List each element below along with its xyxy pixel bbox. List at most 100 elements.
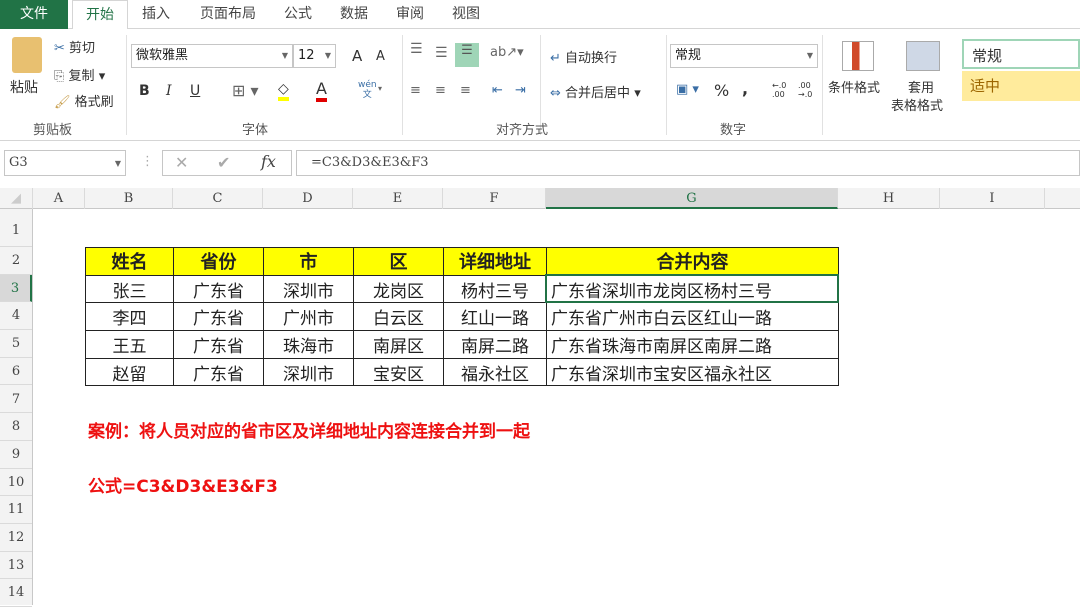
row-header[interactable]: 12 (0, 524, 32, 552)
table-cell[interactable]: 广东省深圳市宝安区福永社区 (546, 357, 839, 387)
table-cell[interactable]: 珠海市 (263, 330, 354, 359)
table-cell[interactable]: 深圳市 (263, 357, 354, 387)
number-format-select[interactable]: 常规 ▼ (670, 44, 818, 68)
paste-button[interactable]: 粘贴 (10, 77, 38, 97)
decrease-decimal-button[interactable]: .00 →.0 (798, 81, 818, 99)
conditional-format-button[interactable]: 条件格式 (828, 77, 880, 96)
increase-decimal-button[interactable]: ←.0 .00 (772, 81, 792, 99)
tab-file[interactable]: 文件 (0, 0, 68, 29)
table-cell[interactable]: 王五 (85, 330, 174, 359)
table-cell[interactable]: 广东省 (173, 357, 264, 387)
align-top-icon[interactable]: ☰ (410, 41, 423, 57)
selected-cell-g3[interactable] (545, 274, 839, 303)
column-header-e[interactable]: E (353, 188, 443, 209)
header-cell[interactable]: 详细地址 (443, 247, 547, 276)
tab-page-layout[interactable]: 页面布局 (190, 0, 266, 29)
formula-input[interactable]: =C3&D3&E3&F3 (296, 150, 1080, 176)
table-cell[interactable]: 福永社区 (443, 357, 547, 387)
row-header[interactable]: 11 (0, 496, 32, 524)
accounting-format-icon[interactable]: ▣ ▾ (676, 82, 699, 97)
borders-icon[interactable]: ⊞ ▾ (232, 81, 259, 100)
merge-center-button[interactable]: 合并后居中 (565, 86, 630, 101)
column-header-d[interactable]: D (263, 188, 353, 209)
table-cell[interactable]: 龙岗区 (353, 274, 444, 304)
cancel-icon[interactable]: ✕ (175, 152, 188, 174)
fill-color-icon[interactable]: ◇ (278, 81, 289, 101)
table-cell[interactable]: 赵留 (85, 357, 174, 387)
table-cell[interactable]: 广东省 (173, 330, 264, 359)
cut-button[interactable]: 剪切 (69, 41, 95, 56)
table-format-button-line2[interactable]: 表格格式 (891, 95, 943, 114)
paste-icon[interactable] (12, 37, 42, 73)
column-header-f[interactable]: F (443, 188, 546, 209)
align-center-icon[interactable]: ≡ (435, 83, 446, 98)
align-right-icon[interactable]: ≡ (460, 83, 471, 98)
row-header[interactable]: 2 (0, 247, 32, 275)
insert-function-button[interactable]: fx (261, 151, 276, 173)
style-normal[interactable]: 常规 (962, 39, 1080, 69)
table-cell[interactable]: 红山一路 (443, 302, 547, 332)
align-middle-icon[interactable]: ☰ (435, 45, 448, 61)
bold-button[interactable]: B (139, 83, 150, 99)
phonetic-dropdown-icon[interactable]: ▾ (378, 84, 382, 93)
row-header[interactable]: 6 (0, 358, 32, 386)
font-name-select[interactable]: 微软雅黑 ▼ (131, 44, 293, 68)
column-header-c[interactable]: C (173, 188, 263, 209)
header-cell[interactable]: 合并内容 (546, 247, 839, 276)
table-cell[interactable]: 南屏二路 (443, 330, 547, 359)
table-cell[interactable]: 白云区 (353, 302, 444, 332)
increase-indent-icon[interactable]: ⇥ (515, 83, 526, 98)
row-header[interactable]: 14 (0, 579, 32, 607)
tab-formulas[interactable]: 公式 (276, 0, 320, 29)
style-neutral[interactable]: 适中 (962, 71, 1080, 101)
column-header-b[interactable]: B (85, 188, 173, 209)
tab-data[interactable]: 数据 (330, 0, 378, 29)
table-cell[interactable]: 广东省 (173, 302, 264, 332)
table-cell[interactable]: 李四 (85, 302, 174, 332)
font-color-icon[interactable]: A (316, 79, 327, 102)
align-bottom-icon[interactable]: ☰ (455, 43, 479, 67)
name-box[interactable]: G3 ▼ (4, 150, 126, 176)
table-format-button-line1[interactable]: 套用 (908, 77, 934, 96)
column-header-a[interactable]: A (33, 188, 85, 209)
row-header[interactable]: 5 (0, 330, 32, 358)
row-header[interactable]: 3 (0, 274, 32, 303)
copy-button[interactable]: 复制 (69, 69, 95, 84)
format-painter-button[interactable]: 格式刷 (75, 95, 114, 110)
shrink-font-button[interactable]: A (376, 49, 385, 64)
table-cell[interactable]: 广东省广州市白云区红山一路 (546, 302, 839, 332)
row-header[interactable]: 10 (0, 469, 32, 497)
header-cell[interactable]: 省份 (173, 247, 264, 276)
grow-font-button[interactable]: A (352, 47, 362, 65)
row-header[interactable]: 9 (0, 441, 32, 469)
select-all-button[interactable]: ◢ (0, 188, 33, 209)
row-header[interactable]: 7 (0, 386, 32, 414)
orientation-icon[interactable]: ab↗▾ (490, 45, 524, 60)
percent-button[interactable]: % (714, 81, 729, 100)
table-cell[interactable]: 南屏区 (353, 330, 444, 359)
column-header-h[interactable]: H (838, 188, 940, 209)
comma-button[interactable]: , (742, 79, 748, 98)
tab-view[interactable]: 视图 (442, 0, 490, 29)
phonetic-guide-button[interactable]: wén 文 (358, 80, 377, 100)
tab-review[interactable]: 审阅 (386, 0, 434, 29)
table-cell[interactable]: 广东省 (173, 274, 264, 304)
row-header[interactable]: 1 (0, 209, 32, 247)
underline-button[interactable]: U (190, 83, 200, 99)
table-cell[interactable]: 广东省珠海市南屏区南屏二路 (546, 330, 839, 359)
table-cell[interactable]: 宝安区 (353, 357, 444, 387)
table-cell[interactable]: 广州市 (263, 302, 354, 332)
table-cell[interactable]: 杨村三号 (443, 274, 547, 304)
header-cell[interactable]: 市 (263, 247, 354, 276)
header-cell[interactable]: 姓名 (85, 247, 174, 276)
header-cell[interactable]: 区 (353, 247, 444, 276)
align-left-icon[interactable]: ≡ (410, 83, 421, 98)
tab-insert[interactable]: 插入 (132, 0, 180, 29)
column-header-i[interactable]: I (940, 188, 1045, 209)
wrap-text-button[interactable]: 自动换行 (565, 51, 617, 66)
table-cell[interactable]: 张三 (85, 274, 174, 304)
italic-button[interactable]: I (166, 83, 172, 99)
tab-home[interactable]: 开始 (72, 0, 128, 30)
decrease-indent-icon[interactable]: ⇤ (492, 83, 503, 98)
confirm-icon[interactable]: ✔ (217, 152, 230, 174)
